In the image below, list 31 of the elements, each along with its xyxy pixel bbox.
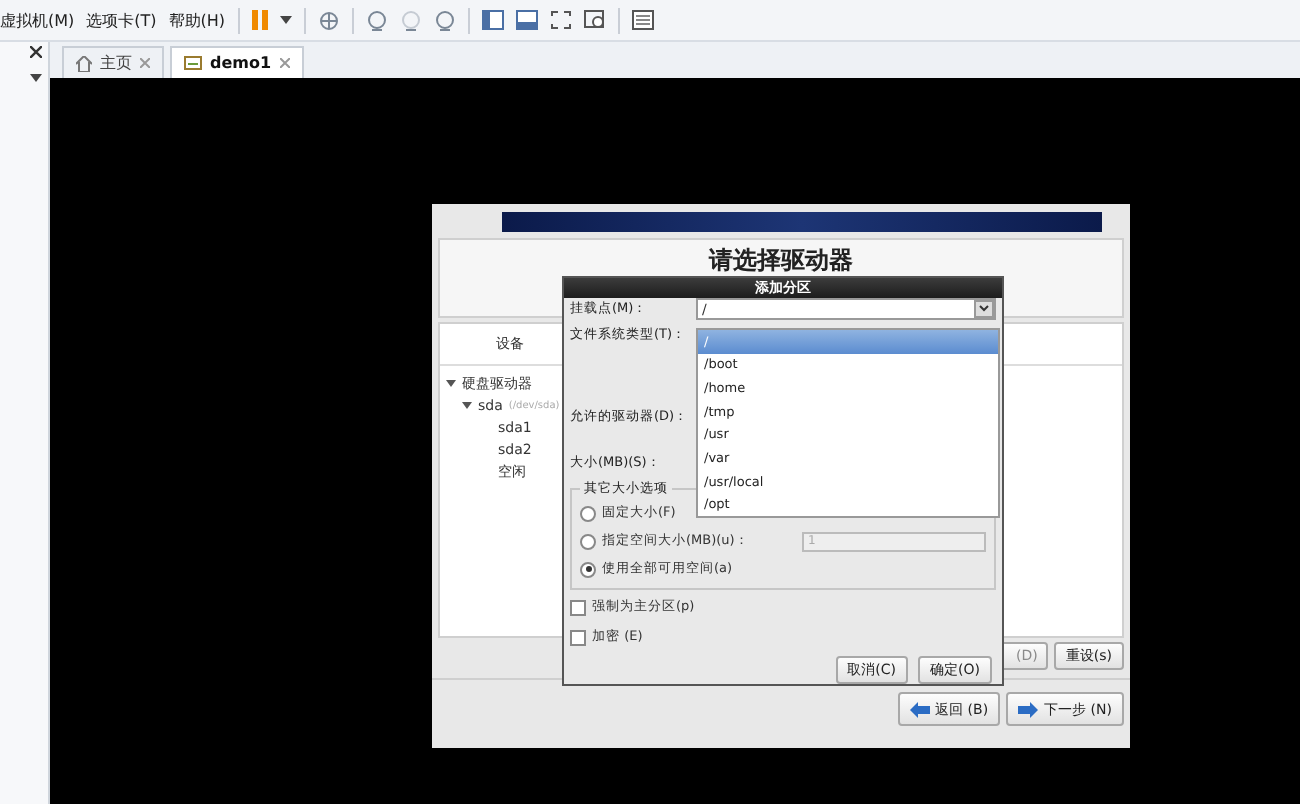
menu-item[interactable]: 帮助(H) [168, 9, 226, 31]
menu-item[interactable]: 选项卡(T) [86, 9, 157, 31]
caret-icon [279, 16, 292, 24]
pause-button[interactable] [251, 10, 268, 30]
snapshot-icon[interactable] [399, 9, 422, 31]
left-arrow-icon [909, 701, 930, 717]
tab[interactable]: 主页 [62, 46, 164, 78]
window-icon[interactable] [583, 10, 606, 30]
expander-icon[interactable] [462, 400, 472, 410]
page-heading: 请选择驱动器 [709, 248, 853, 272]
right-arrow-icon [1018, 701, 1039, 717]
dropdown-caret-icon [30, 74, 42, 82]
menu-item[interactable]: 虚拟机(M) [0, 9, 75, 31]
tab[interactable]: demo1 [170, 46, 304, 78]
checkbox[interactable] [570, 629, 586, 646]
snapshot-icon[interactable] [365, 9, 388, 31]
radio-button[interactable] [580, 533, 596, 550]
radio-button[interactable] [580, 505, 596, 522]
expander-icon[interactable] [446, 378, 456, 388]
close-icon[interactable] [30, 46, 42, 58]
caret-icon [974, 300, 994, 319]
radio-button[interactable] [580, 561, 596, 578]
vm-icon [184, 55, 202, 71]
sidebar-view-icon[interactable] [481, 10, 504, 30]
console-icon[interactable] [631, 10, 654, 30]
checkbox[interactable] [570, 599, 586, 616]
snapshot-icon[interactable] [433, 9, 456, 31]
fullscreen-icon[interactable] [549, 10, 572, 30]
home-icon [76, 55, 92, 71]
panel-view-icon[interactable] [515, 10, 538, 30]
pause-icon [251, 10, 268, 30]
